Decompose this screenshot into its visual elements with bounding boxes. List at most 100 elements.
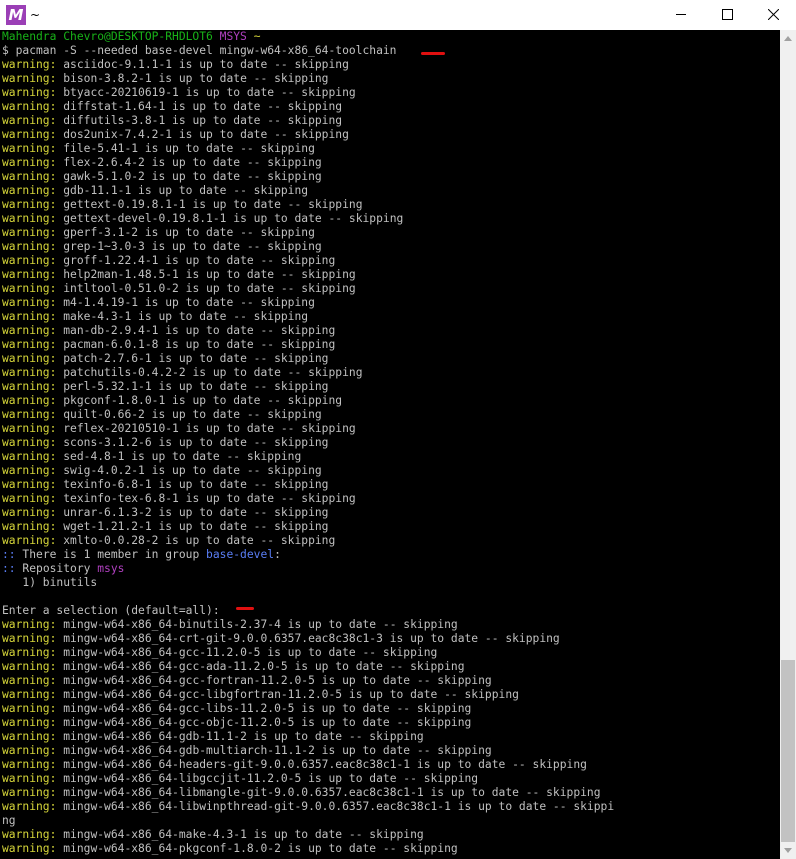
warning-message: file-5.41-1 is up to date -- skipping	[63, 142, 315, 155]
mintty-window: M ~ Mahendra Chevro@DESKTOP-RHDLOT6 MSYS…	[0, 0, 796, 859]
warning-message: flex-2.6.4-2 is up to date -- skipping	[63, 156, 322, 169]
warning-line: warning: mingw-w64-x86_64-gcc-libs-11.2.…	[2, 702, 471, 716]
warning-line: warning: pkgconf-1.8.0-1 is up to date -…	[2, 394, 342, 408]
warning-line: warning: mingw-w64-x86_64-gdb-11.1-2 is …	[2, 730, 424, 744]
warning-message: quilt-0.66-2 is up to date -- skipping	[63, 408, 322, 421]
warning-message: mingw-w64-x86_64-gcc-11.2.0-5 is up to d…	[63, 646, 438, 659]
warning-line: warning: m4-1.4.19-1 is up to date -- sk…	[2, 296, 315, 310]
warning-message: dos2unix-7.4.2-1 is up to date -- skippi…	[63, 128, 349, 141]
warning-line: warning: btyacc-20210619-1 is up to date…	[2, 86, 356, 100]
warning-message: unrar-6.1.3-2 is up to date -- skipping	[63, 506, 329, 519]
warning-line: warning: mingw-w64-x86_64-gdb-multiarch-…	[2, 744, 492, 758]
warning-label: warning:	[2, 296, 57, 309]
warning-message: mingw-w64-x86_64-make-4.3-1 is up to dat…	[63, 828, 424, 841]
maximize-button[interactable]	[704, 0, 750, 30]
warning-message: grep-1~3.0-3 is up to date -- skipping	[63, 240, 322, 253]
warning-line: warning: pacman-6.0.1-8 is up to date --…	[2, 338, 335, 352]
warning-line: warning: mingw-w64-x86_64-libmangle-git-…	[2, 786, 601, 800]
annotation-underline-command	[421, 52, 445, 55]
prompt-env: MSYS	[219, 30, 247, 43]
warning-message: gettext-0.19.8.1-1 is up to date -- skip…	[63, 198, 363, 211]
warning-line: warning: mingw-w64-x86_64-binutils-2.37-…	[2, 618, 458, 632]
warning-label: warning:	[2, 394, 57, 407]
warning-line: warning: gdb-11.1-1 is up to date -- ski…	[2, 184, 308, 198]
scroll-down-arrow-icon[interactable]	[780, 842, 796, 859]
close-button[interactable]	[750, 0, 796, 30]
warning-label: warning:	[2, 758, 57, 771]
warning-line: warning: groff-1.22.4-1 is up to date --…	[2, 254, 335, 268]
warning-message: pkgconf-1.8.0-1 is up to date -- skippin…	[63, 394, 343, 407]
warning-line: warning: mingw-w64-x86_64-libwinpthread-…	[2, 800, 614, 814]
warning-label: warning:	[2, 58, 57, 71]
warning-label: warning:	[2, 800, 57, 813]
warning-label: warning:	[2, 254, 57, 267]
warning-line: warning: mingw-w64-x86_64-pkgconf-1.8.0-…	[2, 842, 458, 856]
warning-message: mingw-w64-x86_64-gcc-objc-11.2.0-5 is up…	[63, 716, 472, 729]
minimize-button[interactable]	[658, 0, 704, 30]
warning-line: warning: bison-3.8.2-1 is up to date -- …	[2, 72, 329, 86]
warning-message: mingw-w64-x86_64-gcc-ada-11.2.0-5 is up …	[63, 660, 465, 673]
warning-message: groff-1.22.4-1 is up to date -- skipping	[63, 254, 336, 267]
warning-label: warning:	[2, 772, 57, 785]
warning-label: warning:	[2, 366, 57, 379]
warning-message: pacman-6.0.1-8 is up to date -- skipping	[63, 338, 336, 351]
warning-label: warning:	[2, 212, 57, 225]
warning-label: warning:	[2, 730, 57, 743]
warning-label: warning:	[2, 842, 57, 855]
warning-label: warning:	[2, 618, 57, 631]
warning-line: warning: grep-1~3.0-3 is up to date -- s…	[2, 240, 322, 254]
warning-message: scons-3.1.2-6 is up to date -- skipping	[63, 436, 329, 449]
warning-line: warning: quilt-0.66-2 is up to date -- s…	[2, 408, 322, 422]
warning-message: gawk-5.1.0-2 is up to date -- skipping	[63, 170, 322, 183]
scrollbar-thumb[interactable]	[781, 660, 795, 842]
warning-label: warning:	[2, 660, 57, 673]
warning-line: warning: unrar-6.1.3-2 is up to date -- …	[2, 506, 329, 520]
warning-line: warning: flex-2.6.4-2 is up to date -- s…	[2, 156, 322, 170]
warning-label: warning:	[2, 534, 57, 547]
warning-message: reflex-20210510-1 is up to date -- skipp…	[63, 422, 356, 435]
warning-message: gperf-3.1-2 is up to date -- skipping	[63, 226, 315, 239]
warning-message: intltool-0.51.0-2 is up to date -- skipp…	[63, 282, 356, 295]
scroll-up-arrow-icon[interactable]	[780, 30, 796, 47]
title-bar[interactable]: M ~	[0, 0, 796, 30]
warning-message: texinfo-6.8-1 is up to date -- skipping	[63, 478, 329, 491]
warning-label: warning:	[2, 170, 57, 183]
msys2-app-icon[interactable]: M	[6, 5, 26, 25]
warning-line: warning: gettext-0.19.8.1-1 is up to dat…	[2, 198, 363, 212]
group-info-line: :: There is 1 member in group base-devel…	[2, 548, 281, 562]
warning-message: mingw-w64-x86_64-libmangle-git-9.0.0.635…	[63, 786, 601, 799]
warning-label: warning:	[2, 506, 57, 519]
command-line: $ pacman -S --needed base-devel mingw-w6…	[2, 44, 397, 57]
warning-label: warning:	[2, 464, 57, 477]
warning-label: warning:	[2, 786, 57, 799]
warning-line: warning: dos2unix-7.4.2-1 is up to date …	[2, 128, 349, 142]
warning-message: perl-5.32.1-1 is up to date -- skipping	[63, 380, 329, 393]
warning-line: warning: mingw-w64-x86_64-headers-git-9.…	[2, 758, 587, 772]
warning-line: warning: file-5.41-1 is up to date -- sk…	[2, 142, 315, 156]
warning-line: warning: mingw-w64-x86_64-gcc-ada-11.2.0…	[2, 660, 465, 674]
warning-line: warning: mingw-w64-x86_64-make-4.3-1 is …	[2, 828, 424, 842]
selection-prompt: Enter a selection (default=all):	[2, 604, 220, 617]
warning-message: mingw-w64-x86_64-gcc-libs-11.2.0-5 is up…	[63, 702, 472, 715]
warning-line: warning: texinfo-6.8-1 is up to date -- …	[2, 478, 329, 492]
warning-label: warning:	[2, 478, 57, 491]
warning-label: warning:	[2, 436, 57, 449]
warning-label: warning:	[2, 324, 57, 337]
warning-label: warning:	[2, 282, 57, 295]
warning-label: warning:	[2, 646, 57, 659]
warning-label: warning:	[2, 338, 57, 351]
warning-message: patchutils-0.4.2-2 is up to date -- skip…	[63, 366, 363, 379]
vertical-scrollbar[interactable]	[780, 30, 796, 859]
warning-message: mingw-w64-x86_64-gcc-libgfortran-11.2.0-…	[63, 688, 519, 701]
warning-label: warning:	[2, 184, 57, 197]
terminal-output[interactable]: Mahendra Chevro@DESKTOP-RHDLOT6 MSYS ~ $…	[0, 30, 780, 859]
window-title: ~	[30, 8, 41, 22]
warning-line: warning: asciidoc-9.1.1-1 is up to date …	[2, 58, 349, 72]
warning-label: warning:	[2, 828, 57, 841]
warning-message: man-db-2.9.4-1 is up to date -- skipping	[63, 324, 336, 337]
warning-label: warning:	[2, 310, 57, 323]
warning-label: warning:	[2, 674, 57, 687]
warning-line: warning: intltool-0.51.0-2 is up to date…	[2, 282, 356, 296]
warning-message: xmlto-0.0.28-2 is up to date -- skipping	[63, 534, 336, 547]
warning-label: warning:	[2, 380, 57, 393]
